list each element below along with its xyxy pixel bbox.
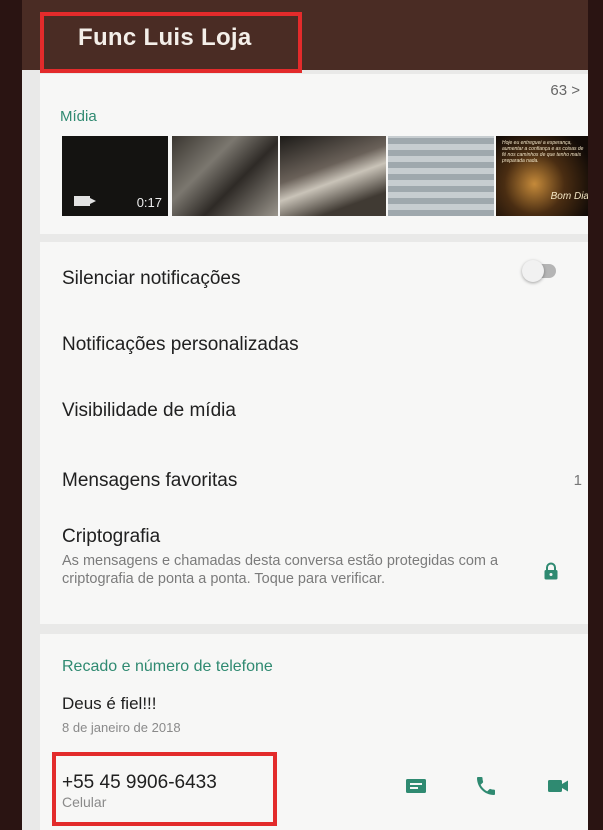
highlight-box-contact-name xyxy=(40,12,302,73)
video-call-icon[interactable] xyxy=(546,774,570,798)
silence-notifications-item[interactable]: Silenciar notificações xyxy=(62,268,240,290)
media-thumbnail[interactable] xyxy=(280,136,386,216)
media-thumbnail[interactable] xyxy=(388,136,494,216)
media-thumbnails: 0:17 Hoje eu entreguei a esperança, aume… xyxy=(62,136,588,216)
video-duration: 0:17 xyxy=(136,195,162,210)
media-label: Mídia xyxy=(60,108,97,125)
settings-section: Silenciar notificações Notificações pers… xyxy=(40,242,588,624)
message-icon[interactable] xyxy=(404,774,428,798)
toggle-knob xyxy=(522,260,544,282)
lock-icon xyxy=(544,562,558,580)
media-count-link[interactable]: 63 > xyxy=(550,82,580,99)
media-section: Mídia 63 > 0:17 Hoje eu entreguei a espe… xyxy=(40,74,588,234)
silence-toggle[interactable] xyxy=(522,260,556,282)
thumbnail-text: Hoje eu entreguei a esperança, aumentar … xyxy=(502,140,584,164)
thumbnail-caption: Bom Dia xyxy=(550,191,588,202)
media-thumbnail[interactable]: Hoje eu entreguei a esperança, aumentar … xyxy=(496,136,588,216)
starred-messages-count: 1 xyxy=(573,472,582,489)
starred-messages-item[interactable]: Mensagens favoritas xyxy=(62,470,237,492)
about-status-date: 8 de janeiro de 2018 xyxy=(62,720,181,735)
encryption-item[interactable]: Criptografia xyxy=(62,526,160,548)
about-status-text: Deus é fiel!!! xyxy=(62,694,157,713)
media-thumbnail[interactable] xyxy=(172,136,278,216)
media-thumbnail-video[interactable]: 0:17 xyxy=(62,136,168,216)
encryption-description: As mensagens e chamadas desta conversa e… xyxy=(62,553,499,587)
call-icon[interactable] xyxy=(474,774,498,798)
media-visibility-item[interactable]: Visibilidade de mídia xyxy=(62,400,236,422)
about-section-label: Recado e número de telefone xyxy=(62,658,273,675)
custom-notifications-item[interactable]: Notificações personalizadas xyxy=(62,334,299,356)
contact-info-screen: Func Luis Loja Mídia 63 > 0:17 Hoje eu e… xyxy=(22,0,588,830)
highlight-box-phone-number xyxy=(52,752,277,826)
video-icon xyxy=(74,196,96,206)
